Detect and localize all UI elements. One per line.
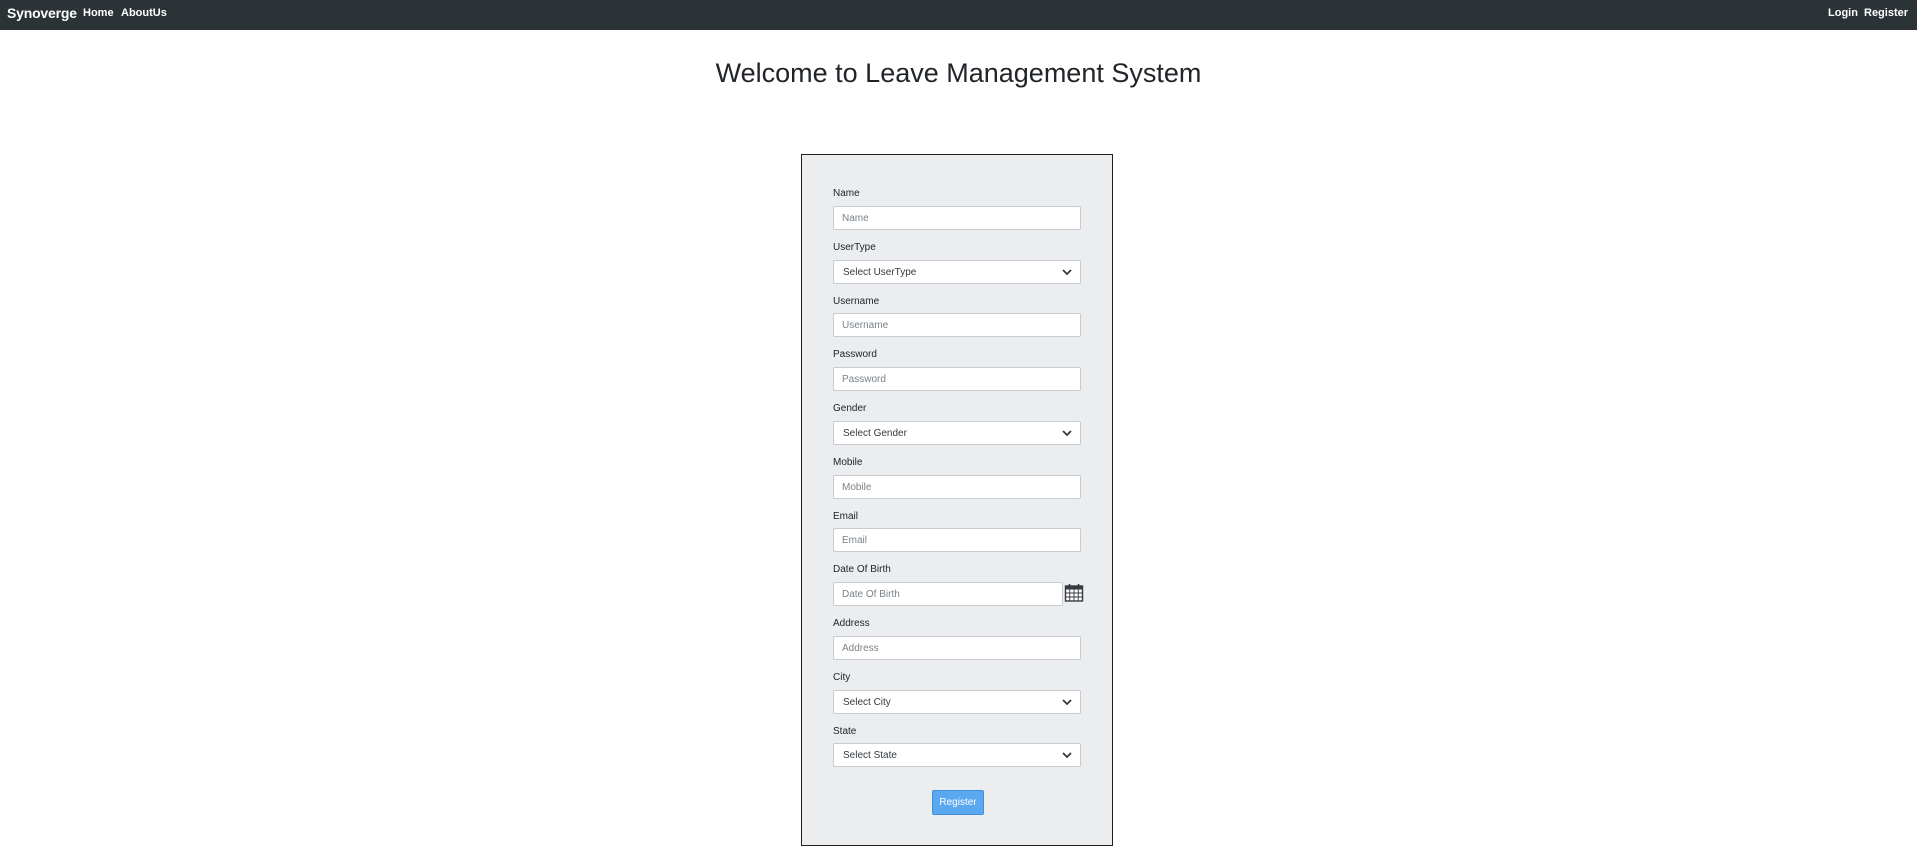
city-select[interactable]: Select City: [833, 690, 1081, 714]
username-label: Username: [833, 296, 880, 307]
usertype-label: UserType: [833, 242, 876, 253]
top-navbar: Synoverge Home AboutUs Login Register: [0, 0, 1917, 30]
gender-select[interactable]: Select Gender: [833, 421, 1081, 445]
nav-home-link[interactable]: Home: [83, 7, 114, 19]
state-select[interactable]: Select State: [833, 743, 1081, 767]
chevron-down-icon: [1062, 699, 1072, 706]
calendar-icon[interactable]: [1064, 583, 1084, 603]
page-title: Welcome to Leave Management System: [715, 58, 1202, 88]
password-input[interactable]: [833, 367, 1081, 391]
nav-register-link[interactable]: Register: [1864, 7, 1908, 19]
state-select-value: Select State: [843, 750, 897, 761]
dob-label: Date Of Birth: [833, 564, 891, 575]
chevron-down-icon: [1062, 430, 1072, 437]
mobile-input[interactable]: [833, 475, 1081, 499]
city-select-value: Select City: [843, 697, 891, 708]
nav-aboutus-link[interactable]: AboutUs: [121, 7, 167, 19]
username-input[interactable]: [833, 313, 1081, 337]
email-input[interactable]: [833, 528, 1081, 552]
name-label: Name: [833, 188, 860, 199]
password-label: Password: [833, 349, 877, 360]
chevron-down-icon: [1062, 752, 1072, 759]
gender-select-value: Select Gender: [843, 428, 907, 439]
dob-input[interactable]: [833, 582, 1063, 606]
mobile-label: Mobile: [833, 457, 863, 468]
state-label: State: [833, 726, 857, 737]
register-submit-button[interactable]: Register: [932, 790, 984, 815]
usertype-select[interactable]: Select UserType: [833, 260, 1081, 284]
address-label: Address: [833, 618, 870, 629]
name-input[interactable]: [833, 206, 1081, 230]
chevron-down-icon: [1062, 269, 1072, 276]
city-label: City: [833, 672, 851, 683]
nav-login-link[interactable]: Login: [1828, 7, 1858, 19]
email-label: Email: [833, 511, 859, 522]
brand-logo[interactable]: Synoverge: [7, 5, 77, 21]
address-input[interactable]: [833, 636, 1081, 660]
gender-label: Gender: [833, 403, 867, 414]
usertype-select-value: Select UserType: [843, 267, 917, 278]
registration-form: Name UserType Select UserType Username P…: [801, 154, 1113, 846]
